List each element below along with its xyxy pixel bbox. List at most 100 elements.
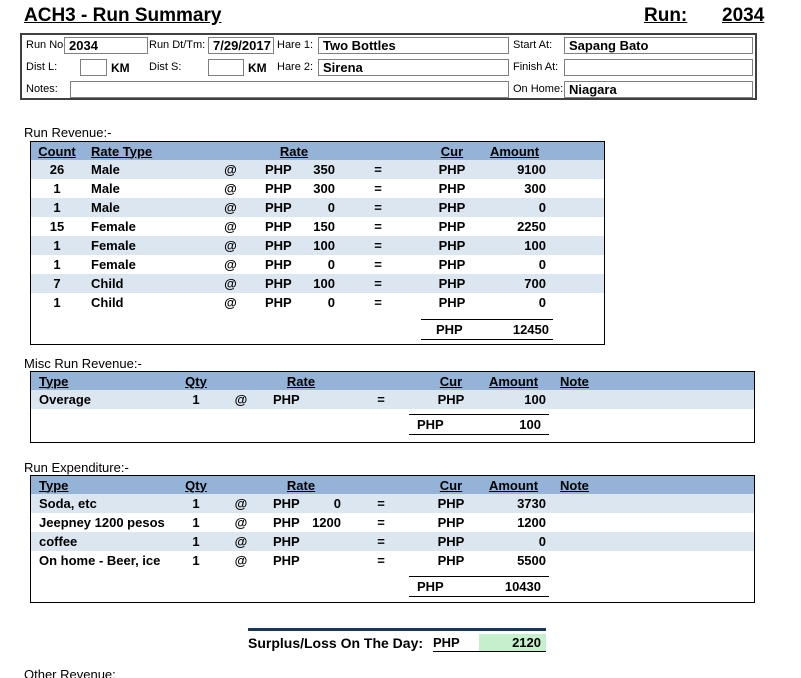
dist-s-field[interactable]: [208, 59, 244, 76]
count-cell: 1: [31, 200, 83, 215]
equals-symbol: =: [335, 162, 421, 177]
finish-at-label: Finish At:: [513, 61, 558, 73]
at-symbol: @: [208, 162, 253, 177]
equals-symbol: =: [341, 534, 421, 549]
misc-revenue-header-row: Type Qty Rate Cur Amount Note: [31, 372, 754, 390]
equals-symbol: =: [341, 553, 421, 568]
run-dt-field[interactable]: 7/29/2017: [208, 37, 274, 54]
currency-cell: PHP: [421, 515, 481, 530]
at-symbol: @: [221, 534, 261, 549]
count-cell: 1: [31, 238, 83, 253]
amount-cell: 700: [483, 276, 546, 291]
dist-l-label: Dist L:: [26, 61, 57, 73]
note-header: Note: [546, 478, 754, 493]
rate-value-cell: 150: [295, 219, 335, 234]
count-header: Count: [31, 144, 83, 159]
currency-cell: PHP: [421, 257, 483, 272]
rate-type-cell: Female: [83, 238, 208, 253]
type-cell: Jeepney 1200 pesos: [31, 515, 171, 530]
rate-type-cell: Female: [83, 257, 208, 272]
equals-symbol: =: [341, 392, 421, 407]
equals-symbol: =: [335, 181, 421, 196]
hare2-field[interactable]: Sirena: [318, 59, 509, 76]
table-row: 7 Child @ PHP 100 = PHP 700: [31, 274, 604, 293]
count-cell: 15: [31, 219, 83, 234]
amount-header: Amount: [481, 478, 546, 493]
surplus-label: Surplus/Loss On The Day:: [248, 635, 433, 651]
amount-cell: 2250: [483, 219, 546, 234]
misc-revenue-section-label: Misc Run Revenue:-: [24, 356, 142, 371]
rate-value-cell: 100: [295, 238, 335, 253]
run-label: Run:: [644, 5, 687, 27]
rate-type-cell: Male: [83, 162, 208, 177]
rate-value-cell: 0: [295, 257, 335, 272]
rate-value-cell: 300: [295, 181, 335, 196]
run-revenue-table: Count Rate Type Rate Cur Amount 26 Male …: [30, 141, 605, 345]
count-cell: 1: [31, 181, 83, 196]
currency-cell: PHP: [421, 534, 481, 549]
currency-cell: PHP: [421, 181, 483, 196]
at-symbol: @: [208, 219, 253, 234]
start-at-field[interactable]: Sapang Bato: [564, 37, 753, 54]
equals-symbol: =: [335, 219, 421, 234]
rate-value-cell: 0: [295, 200, 335, 215]
expenditure-header-row: Type Qty Rate Cur Amount Note: [31, 476, 754, 494]
run-revenue-total: PHP 12450: [421, 319, 553, 340]
cur-header: Cur: [421, 144, 483, 159]
rate-type-header: Rate Type: [83, 144, 208, 159]
rate-header: Rate: [253, 144, 335, 159]
finish-at-field[interactable]: [564, 59, 753, 76]
at-symbol: @: [208, 200, 253, 215]
rate-value-cell: 350: [295, 162, 335, 177]
surplus-currency: PHP: [433, 635, 479, 650]
rate-value-cell: 1200: [306, 515, 341, 530]
equals-symbol: =: [335, 276, 421, 291]
run-info-box: Run No: 2034 Run Dt/Tm: 7/29/2017 Hare 1…: [20, 33, 757, 100]
run-no-field[interactable]: 2034: [64, 37, 148, 54]
on-home-field[interactable]: Niagara: [564, 81, 753, 98]
rate-currency-cell: PHP: [253, 219, 295, 234]
currency-cell: PHP: [421, 392, 481, 407]
misc-revenue-table: Type Qty Rate Cur Amount Note Overage 1 …: [30, 371, 755, 443]
rate-currency-cell: PHP: [253, 162, 295, 177]
at-symbol: @: [221, 553, 261, 568]
qty-header: Qty: [171, 478, 221, 493]
rate-value-cell: 0: [295, 295, 335, 310]
qty-cell: 1: [171, 515, 221, 530]
rate-type-cell: Male: [83, 200, 208, 215]
equals-symbol: =: [335, 295, 421, 310]
rate-currency-cell: PHP: [253, 181, 295, 196]
table-row: 1 Male @ PHP 0 = PHP 0: [31, 198, 604, 217]
expenditure-total: PHP 10430: [409, 576, 549, 597]
amount-cell: 9100: [483, 162, 546, 177]
total-currency: PHP: [417, 417, 444, 432]
expenditure-section-label: Run Expenditure:-: [24, 460, 129, 475]
rate-currency-cell: PHP: [261, 392, 306, 407]
currency-cell: PHP: [421, 238, 483, 253]
type-cell: Soda, etc: [31, 496, 171, 511]
type-header: Type: [31, 478, 171, 493]
table-row: On home - Beer, ice 1 @ PHP = PHP 5500: [31, 551, 754, 570]
table-row: Jeepney 1200 pesos 1 @ PHP 1200 = PHP 12…: [31, 513, 754, 532]
qty-cell: 1: [171, 392, 221, 407]
equals-symbol: =: [341, 515, 421, 530]
currency-cell: PHP: [421, 553, 481, 568]
amount-cell: 0: [483, 295, 546, 310]
surplus-strip: Surplus/Loss On The Day: PHP 2120: [248, 628, 546, 652]
amount-cell: 0: [481, 534, 546, 549]
dist-l-field[interactable]: [80, 59, 107, 76]
equals-symbol: =: [335, 238, 421, 253]
count-cell: 26: [31, 162, 83, 177]
run-revenue-header-row: Count Rate Type Rate Cur Amount: [31, 142, 604, 160]
rate-type-cell: Child: [83, 276, 208, 291]
hare1-field[interactable]: Two Bottles: [318, 37, 509, 54]
notes-field[interactable]: [70, 81, 509, 98]
type-cell: coffee: [31, 534, 171, 549]
table-row: 1 Female @ PHP 100 = PHP 100: [31, 236, 604, 255]
run-dt-label: Run Dt/Tm:: [149, 39, 205, 51]
currency-cell: PHP: [421, 496, 481, 511]
table-row: Overage 1 @ PHP = PHP 100: [31, 390, 754, 409]
rate-value-cell: 100: [295, 276, 335, 291]
currency-cell: PHP: [421, 200, 483, 215]
count-cell: 7: [31, 276, 83, 291]
